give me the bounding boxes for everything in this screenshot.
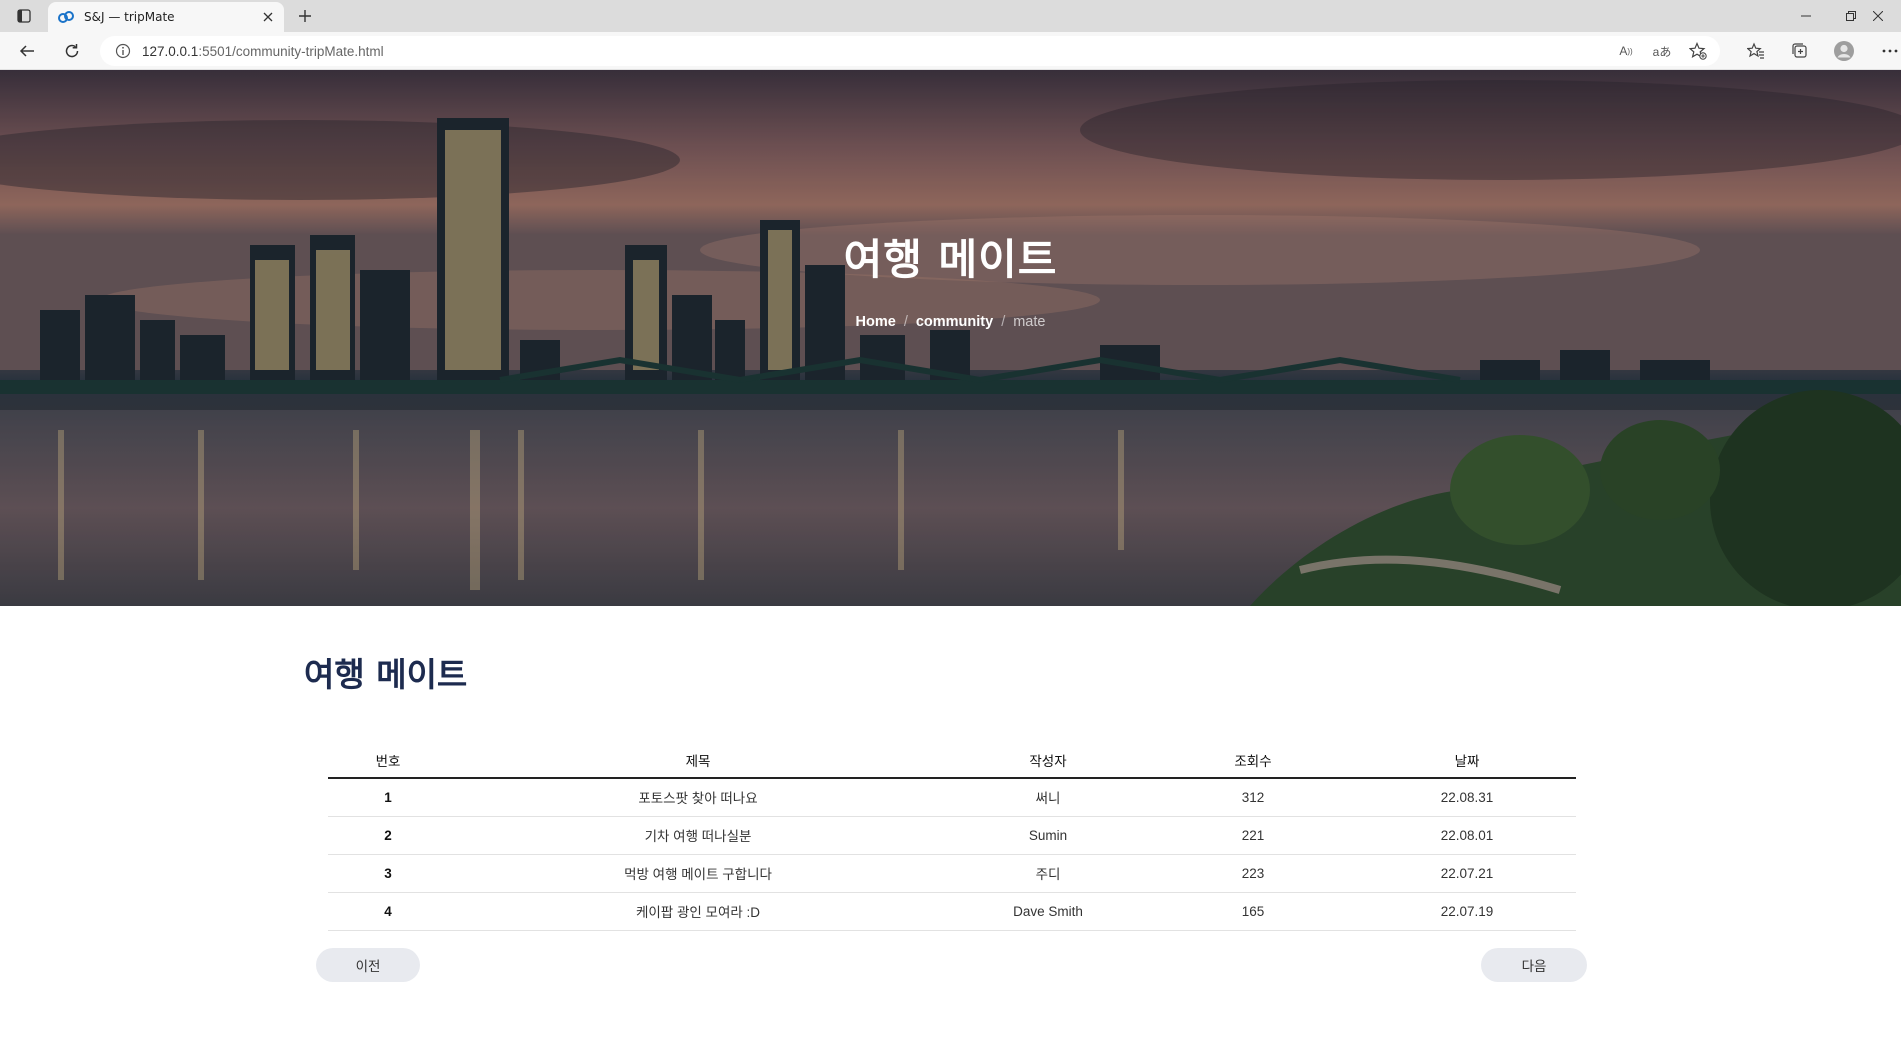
translate-icon[interactable]: aあ [1644,38,1680,64]
post-date: 22.08.01 [1358,816,1576,855]
breadcrumb-home[interactable]: Home [856,314,896,330]
post-number: 2 [328,816,448,855]
close-window-icon[interactable] [1855,0,1901,32]
post-author: Dave Smith [948,892,1148,931]
back-icon[interactable] [13,38,41,64]
minimize-icon[interactable] [1783,0,1829,32]
address-bar[interactable]: 127.0.0.1:5501/community-tripMate.html A… [100,36,1720,66]
breadcrumb-separator: / [1001,314,1006,330]
breadcrumb: Home / community / mate [0,314,1901,330]
tab-title: S&J — tripMate [84,10,175,24]
breadcrumb-current: mate [1013,314,1046,330]
post-date: 22.08.31 [1358,778,1576,817]
favorites-icon[interactable] [1742,38,1770,64]
prev-page-button[interactable]: 이전 [316,948,420,982]
post-views: 221 [1148,816,1358,855]
post-author: Sumin [948,816,1148,855]
page-heading: 여행 메이트 [304,655,468,694]
close-icon[interactable] [256,5,280,29]
tab-actions-icon[interactable] [10,6,38,26]
post-author: 주디 [948,854,1148,893]
url-text[interactable]: 127.0.0.1:5501/community-tripMate.html [142,44,384,59]
post-number: 3 [328,854,448,893]
plus-icon[interactable] [292,4,318,28]
table-row[interactable]: 4 케이팝 광인 모여라 :D Dave Smith 165 22.07.19 [328,892,1576,931]
browser-toolbar: 127.0.0.1:5501/community-tripMate.html A… [0,32,1901,70]
post-number: 4 [328,892,448,931]
post-views: 223 [1148,854,1358,893]
reload-icon[interactable] [58,38,86,64]
post-title-link[interactable]: 먹방 여행 메이트 구합니다 [448,854,948,893]
post-date: 22.07.21 [1358,854,1576,893]
column-header-number: 번호 [328,742,448,779]
post-views: 165 [1148,892,1358,931]
post-author: 써니 [948,778,1148,817]
post-date: 22.07.19 [1358,892,1576,931]
url-path: :5501/community-tripMate.html [198,43,384,59]
column-header-author: 작성자 [948,742,1148,779]
breadcrumb-community[interactable]: community [916,314,993,330]
column-header-title: 제목 [448,742,948,779]
column-header-date: 날짜 [1358,742,1576,779]
more-icon[interactable] [1876,38,1901,64]
tripmate-favicon [58,9,74,25]
read-aloud-icon[interactable]: A)) [1608,38,1644,64]
hero-title: 여행 메이트 [843,235,1058,284]
profile-icon[interactable] [1830,38,1858,64]
column-header-views: 조회수 [1148,742,1358,779]
city-skyline-image [0,70,1901,606]
table-row[interactable]: 3 먹방 여행 메이트 구합니다 주디 223 22.07.21 [328,854,1576,893]
table-header-row: 번호 제목 작성자 조회수 날짜 [328,742,1576,779]
post-title-link[interactable]: 포토스팟 찾아 떠나요 [448,778,948,817]
next-page-button[interactable]: 다음 [1481,948,1587,982]
info-icon[interactable] [114,42,132,60]
favorite-add-icon[interactable] [1680,38,1716,64]
table-row[interactable]: 2 기차 여행 떠나실분 Sumin 221 22.08.01 [328,816,1576,855]
browser-tab[interactable]: S&J — tripMate [48,2,284,32]
browser-tab-bar: S&J — tripMate [0,0,1901,32]
post-title-link[interactable]: 케이팝 광인 모여라 :D [448,892,948,931]
url-host: 127.0.0.1 [142,43,199,59]
table-row[interactable]: 1 포토스팟 찾아 떠나요 써니 312 22.08.31 [328,778,1576,817]
hero-banner: 여행 메이트 Home / community / mate [0,70,1901,606]
post-title-link[interactable]: 기차 여행 떠나실분 [448,816,948,855]
post-views: 312 [1148,778,1358,817]
breadcrumb-separator: / [903,314,908,330]
post-number: 1 [328,778,448,817]
trip-mate-board-table: 번호 제목 작성자 조회수 날짜 1 포토스팟 찾아 떠나요 써니 312 22… [328,742,1576,931]
collections-icon[interactable] [1786,38,1814,64]
